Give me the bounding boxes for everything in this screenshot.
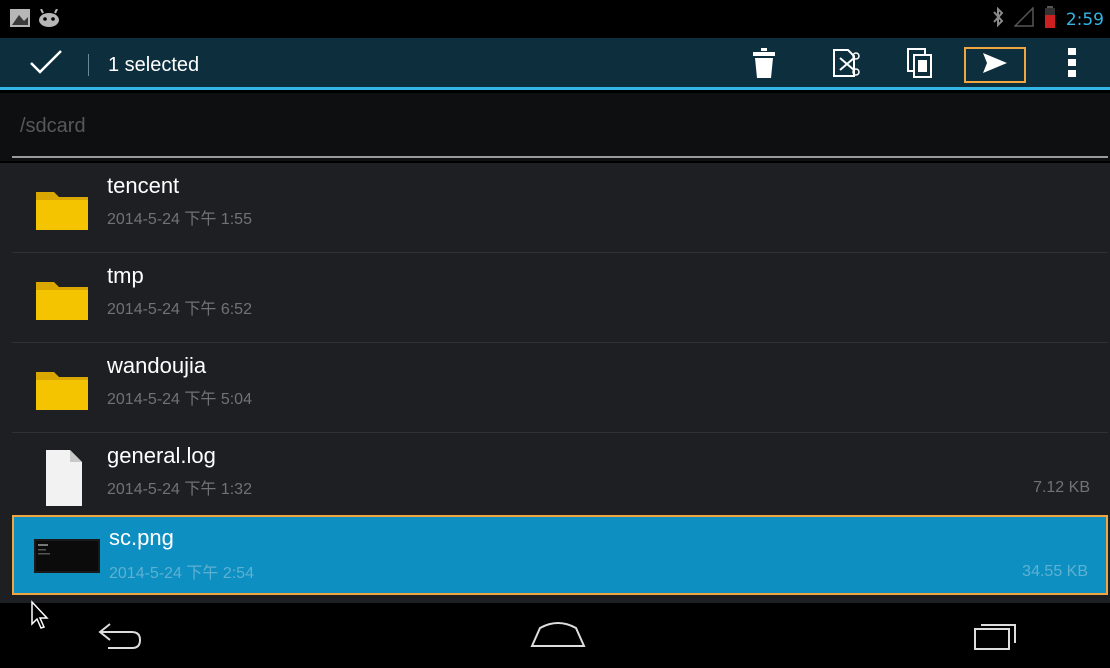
signal-icon [1013, 6, 1034, 32]
notification-icons [10, 8, 60, 32]
folder-icon [32, 268, 92, 328]
selection-count-title: 1 selected [108, 54, 200, 76]
home-button[interactable] [523, 617, 593, 657]
back-button[interactable] [84, 617, 154, 657]
path-underline [12, 156, 1108, 158]
cut-button[interactable] [822, 47, 870, 83]
delete-button[interactable] [740, 47, 788, 83]
done-check-icon [29, 49, 63, 80]
copy-button[interactable] [896, 47, 944, 83]
back-icon [94, 620, 144, 655]
file-name: tencent [107, 173, 180, 198]
list-item-folder-wandoujia[interactable]: wandoujia 2014-5-24 下午 5:04 [12, 343, 1108, 433]
overflow-menu-icon [1068, 47, 1076, 83]
overflow-menu-button[interactable] [1052, 47, 1092, 83]
file-date: 2014-5-24 下午 5:04 [107, 391, 252, 408]
navigation-bar [0, 603, 1110, 668]
action-bar-divider [88, 54, 89, 76]
status-bar: 2:59 [0, 0, 1110, 38]
system-icons: 2:59 [992, 6, 1104, 33]
file-name: wandoujia [107, 353, 207, 378]
done-button[interactable] [18, 47, 74, 81]
file-name: sc.png [109, 525, 174, 550]
file-date: 2014-5-24 下午 1:55 [107, 211, 252, 228]
file-list[interactable]: tencent 2014-5-24 下午 1:55 tmp 2014-5-24 … [0, 163, 1110, 603]
list-item-file-general-log[interactable]: general.log 2014-5-24 下午 1:32 7.12 KB [12, 433, 1108, 523]
file-name: tmp [107, 263, 144, 288]
bluetooth-icon [992, 6, 1004, 32]
android-notification-icon [38, 8, 60, 32]
delete-icon [752, 47, 776, 83]
file-date: 2014-5-24 下午 2:54 [109, 565, 254, 582]
contextual-action-bar: 1 selected [0, 38, 1110, 90]
list-item-folder-tmp[interactable]: tmp 2014-5-24 下午 6:52 [12, 253, 1108, 343]
file-name: general.log [107, 443, 216, 468]
battery-low-icon [1044, 6, 1056, 33]
cut-icon [832, 48, 860, 83]
folder-icon [32, 358, 92, 418]
path-bar[interactable]: /sdcard [0, 93, 1110, 161]
gallery-notification-icon [10, 9, 30, 32]
copy-icon [907, 47, 933, 83]
document-icon [32, 448, 92, 508]
mouse-pointer-icon [30, 600, 50, 635]
recent-apps-icon [973, 619, 1019, 656]
home-icon [530, 620, 586, 655]
file-date: 2014-5-24 下午 1:32 [107, 481, 252, 498]
file-size: 7.12 KB [1033, 479, 1090, 496]
send-icon [982, 52, 1008, 79]
send-button[interactable] [964, 47, 1026, 83]
file-size: 34.55 KB [1022, 563, 1088, 580]
clock: 2:59 [1065, 9, 1104, 30]
list-item-folder-tencent[interactable]: tencent 2014-5-24 下午 1:55 [12, 163, 1108, 253]
recent-apps-button[interactable] [961, 617, 1031, 657]
current-path: /sdcard [20, 115, 86, 137]
image-thumbnail-icon [34, 525, 100, 585]
folder-icon [32, 178, 92, 238]
file-date: 2014-5-24 下午 6:52 [107, 301, 252, 318]
list-item-file-sc-png[interactable]: sc.png 2014-5-24 下午 2:54 34.55 KB [12, 515, 1108, 595]
